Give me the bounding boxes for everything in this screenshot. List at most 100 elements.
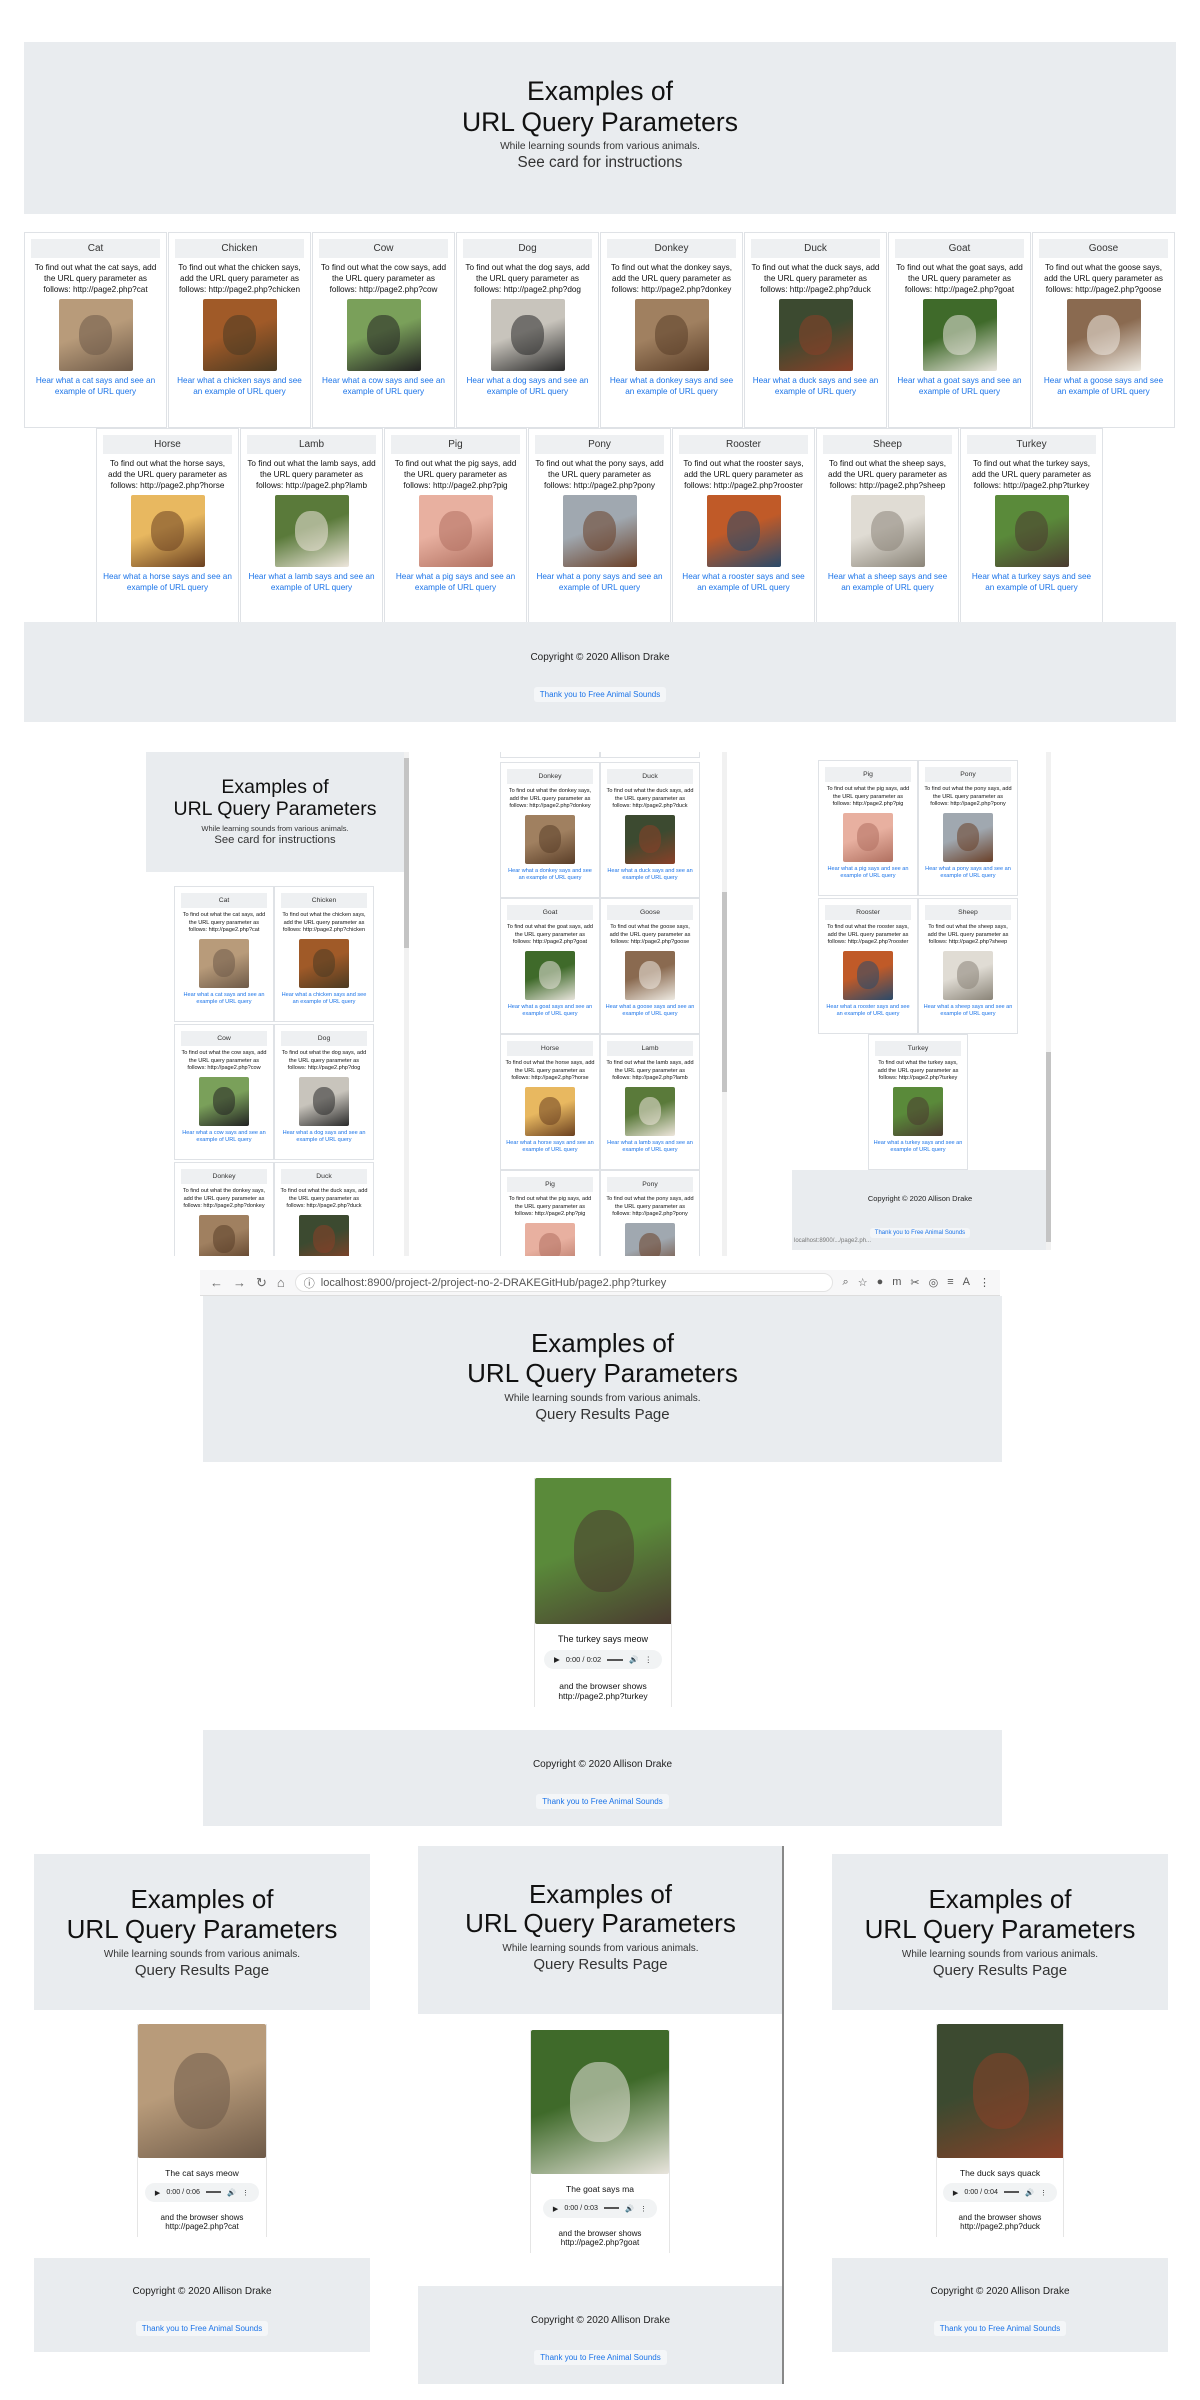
card-link[interactable]: Hear what a horse says and see an exampl… <box>97 571 238 593</box>
card-link[interactable]: Hear what a turkey says and see an examp… <box>961 571 1102 593</box>
page-header: Examples of URL Query Parameters While lea… <box>418 1846 783 2014</box>
card-link[interactable]: Hear what a goat says and see an example… <box>501 1004 599 1019</box>
audio-timeline[interactable] <box>607 1658 624 1661</box>
card-link[interactable]: Hear what a sheep says and see an exampl… <box>919 1004 1017 1019</box>
card-instructions: To find out what the lamb says, add the … <box>247 459 376 491</box>
mobile-panel-top: Examples of URL Query Parameters While lea… <box>146 752 410 1256</box>
scrollbar[interactable] <box>404 752 409 1256</box>
card-link[interactable]: Hear what a horse says and see an exampl… <box>501 1140 599 1155</box>
play-icon[interactable]: ▶ <box>953 2188 958 2197</box>
animal-photo-rooster <box>706 495 781 568</box>
more-options-icon[interactable]: ⋮ <box>645 1655 653 1664</box>
volume-icon[interactable]: 🔊 <box>625 2204 634 2213</box>
browser-menu-icon[interactable]: ⋮ <box>979 1276 990 1289</box>
animal-photo-lamb <box>274 495 349 568</box>
address-bar[interactable]: ⓘ localhost:8900/project-2/project-no-2-D… <box>294 1273 833 1292</box>
card-link[interactable]: Hear what a goose says and see an exampl… <box>601 1004 699 1019</box>
volume-icon[interactable]: 🔊 <box>227 2188 236 2197</box>
page-title-line1: Examples of <box>530 1328 675 1359</box>
play-icon[interactable]: ▶ <box>554 1655 560 1664</box>
card-link[interactable]: Hear what a duck says and see an example… <box>601 868 699 883</box>
card-link[interactable]: Hear what a sheep says and see an exampl… <box>817 571 958 593</box>
m-extension-icon[interactable]: m <box>892 1276 901 1289</box>
card-link[interactable]: Hear what a pig says and see an example … <box>385 571 526 593</box>
animal-card-lamb: Lamb To find out what the lamb says, add … <box>600 1034 700 1170</box>
more-options-icon[interactable]: ⋮ <box>640 2204 647 2213</box>
card-link[interactable]: Hear what a pig says and see an example … <box>819 866 917 881</box>
forward-icon[interactable]: → <box>233 1275 246 1291</box>
scrollbar-thumb[interactable] <box>1046 1052 1051 1242</box>
card-link[interactable]: Hear what a turkey says and see an examp… <box>869 1140 967 1155</box>
card-link[interactable]: Hear what a dog says and see an example … <box>275 1130 373 1145</box>
animal-card-goat: Goat To find out what the goat says, add … <box>888 232 1031 428</box>
card-link[interactable]: Hear what a lamb says and see an example… <box>601 1140 699 1155</box>
volume-icon[interactable]: 🔊 <box>629 1655 638 1664</box>
card-link[interactable]: Hear what a donkey says and see an examp… <box>501 868 599 883</box>
card-title: Donkey <box>181 1169 267 1184</box>
card-link[interactable]: Hear what a lamb says and see an example… <box>241 571 382 593</box>
animal-card-pony: Pony To find out what the pony says, add … <box>918 760 1018 896</box>
back-icon[interactable]: ← <box>210 1275 223 1291</box>
card-link[interactable]: Hear what a chicken says and see an exam… <box>275 992 373 1007</box>
animal-photo-pony <box>562 495 637 568</box>
card-link[interactable]: Hear what a donkey says and see an examp… <box>601 375 742 397</box>
animal-card-turkey: Turkey To find out what the turkey says, … <box>960 428 1103 624</box>
card-link[interactable]: Hear what a pony says and see an example… <box>529 571 670 593</box>
card-link[interactable]: Hear what a pony says and see an example… <box>919 866 1017 881</box>
thanks-link[interactable]: Thank you to Free Animal Sounds <box>135 2321 269 2337</box>
thanks-link[interactable]: Thank you to Free Animal Sounds <box>870 1227 970 1239</box>
scrollbar[interactable] <box>1046 752 1051 1250</box>
scrollbar-thumb[interactable] <box>722 892 727 1092</box>
scrollbar-thumb[interactable] <box>404 758 409 948</box>
card-instructions: To find out what the turkey says, add th… <box>877 1060 959 1082</box>
card-link[interactable]: Hear what a chicken says and see an exam… <box>169 375 310 397</box>
card-link[interactable]: Hear what a rooster says and see an exam… <box>673 571 814 593</box>
card-link[interactable]: Hear what a goat says and see an example… <box>889 375 1030 397</box>
animal-photo-cow <box>346 299 421 372</box>
card-link[interactable]: Hear what a rooster says and see an exam… <box>819 1004 917 1019</box>
thanks-link[interactable]: Thank you to Free Animal Sounds <box>933 2321 1067 2337</box>
thanks-link[interactable]: Thank you to Free Animal Sounds <box>536 1793 669 1809</box>
reading-list-icon[interactable]: ≡ <box>947 1276 953 1289</box>
audio-timeline[interactable] <box>603 2207 620 2210</box>
audio-player[interactable]: ▶ 0:00 / 0:03 🔊 ⋮ <box>543 2199 657 2218</box>
page-footer: Copyright © 2020 Allison Drake Thank you … <box>832 2258 1168 2352</box>
volume-icon[interactable]: 🔊 <box>1025 2188 1034 2197</box>
url-text[interactable]: localhost:8900/project-2/project-no-2-DR… <box>321 1277 666 1289</box>
card-title: Sheep <box>925 905 1011 920</box>
play-icon[interactable]: ▶ <box>155 2188 160 2197</box>
card-instructions: To find out what the pig says, add the U… <box>826 786 910 808</box>
scissors-icon[interactable]: ✂ <box>910 1276 919 1289</box>
page-subtitle: While learning sounds from various anima… <box>500 141 700 153</box>
card-link[interactable]: Hear what a cat says and see an example … <box>25 375 166 397</box>
audio-timeline[interactable] <box>1003 2191 1020 2194</box>
result-card-turkey: The turkey says meow ▶ 0:00 / 0:02 🔊 ⋮ and th… <box>534 1478 672 1707</box>
audio-player[interactable]: ▶ 0:00 / 0:04 🔊 ⋮ <box>943 2183 1057 2202</box>
result-sound-text: The goat says ma <box>566 2183 634 2194</box>
extension-icon[interactable]: ◎ <box>929 1276 939 1289</box>
more-options-icon[interactable]: ⋮ <box>1040 2188 1047 2197</box>
play-icon[interactable]: ▶ <box>553 2204 558 2213</box>
zoom-icon[interactable]: ⌕ <box>843 1276 849 1289</box>
bookmark-star-icon[interactable]: ☆ <box>858 1276 868 1289</box>
audio-player[interactable]: ▶ 0:00 / 0:06 🔊 ⋮ <box>145 2183 259 2202</box>
more-options-icon[interactable]: ⋮ <box>242 2188 249 2197</box>
profile-avatar-icon[interactable]: A <box>963 1276 970 1289</box>
animal-card-pig: Pig To find out what the pig says, add th… <box>384 428 527 624</box>
audio-player[interactable]: ▶ 0:00 / 0:02 🔊 ⋮ <box>543 1650 663 1669</box>
animal-card-cat: Cat To find out what the cat says, add th… <box>174 886 274 1022</box>
card-link[interactable]: Hear what a duck says and see an example… <box>745 375 886 397</box>
card-link[interactable]: Hear what a dog says and see an example … <box>457 375 598 397</box>
animal-photo-goat <box>524 950 576 1000</box>
thanks-link[interactable]: Thank you to Free Animal Sounds <box>534 2350 667 2366</box>
card-link[interactable]: Hear what a cow says and see an example … <box>313 375 454 397</box>
reload-icon[interactable]: ↻ <box>256 1275 267 1291</box>
home-icon[interactable]: ⌂ <box>277 1275 285 1291</box>
audio-timeline[interactable] <box>205 2191 222 2194</box>
thanks-link[interactable]: Thank you to Free Animal Sounds <box>533 687 667 702</box>
scrollbar[interactable] <box>722 752 727 1256</box>
card-link[interactable]: Hear what a cow says and see an example … <box>175 1130 273 1145</box>
card-link[interactable]: Hear what a goose says and see an exampl… <box>1033 375 1174 397</box>
card-link[interactable]: Hear what a cat says and see an example … <box>175 992 273 1007</box>
opera-extension-icon[interactable]: ● <box>877 1276 884 1289</box>
